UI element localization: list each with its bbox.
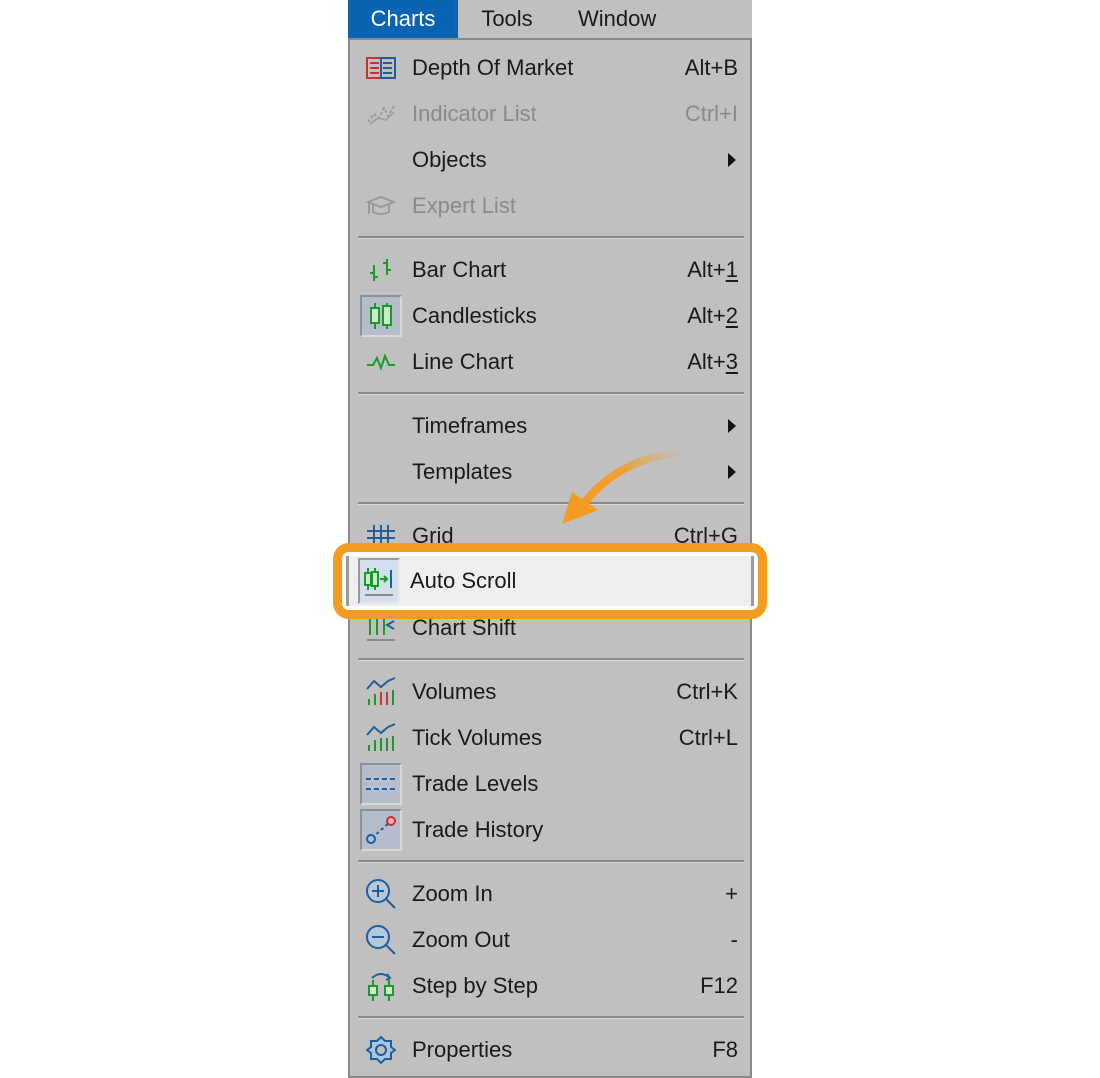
menu-item-label: Auto Scroll — [410, 568, 517, 593]
menu-item-label: Depth Of Market — [412, 55, 574, 80]
menu-item-label: Objects — [412, 147, 487, 172]
menu-item-shortcut: Alt+3 — [687, 349, 738, 374]
menu-item-depth-of-market[interactable]: Depth Of Market Alt+B — [358, 46, 744, 90]
bar-chart-icon — [360, 249, 402, 291]
menu-item-label: Trade History — [412, 817, 544, 842]
line-chart-icon — [360, 341, 402, 383]
menu-charts[interactable]: Charts — [348, 0, 458, 38]
menu-item-step-by-step[interactable]: Step by Step F12 — [358, 964, 744, 1008]
menu-item-label: Expert List — [412, 193, 516, 218]
menu-item-label: Bar Chart — [412, 257, 507, 282]
menu-item-bar-chart[interactable]: Bar Chart Alt+1 — [358, 248, 744, 292]
menu-separator — [358, 1016, 744, 1019]
menu-item-expert-list: Expert List — [358, 184, 744, 228]
menu-item-label: Properties — [412, 1037, 513, 1062]
menu-item-properties[interactable]: Properties F8 — [358, 1028, 744, 1072]
menu-item-shortcut: Alt+B — [684, 55, 738, 80]
menu-item-shortcut: Alt+2 — [687, 303, 738, 328]
tick-volumes-icon — [360, 717, 402, 759]
annotation-arrow-icon — [562, 448, 686, 524]
menu-item-trade-levels[interactable]: Trade Levels — [358, 762, 744, 806]
menu-item-label: Step by Step — [412, 973, 538, 998]
submenu-arrow-icon — [728, 153, 736, 167]
depth-of-market-icon — [360, 47, 402, 89]
zoom-out-icon — [360, 919, 402, 961]
menu-bar: Charts Tools Window — [348, 0, 752, 38]
menu-item-volumes[interactable]: Volumes Ctrl+K — [358, 670, 744, 714]
menu-separator — [358, 392, 744, 395]
menu-item-label: Tick Volumes — [412, 725, 543, 750]
menu-item-zoom-out[interactable]: Zoom Out - — [358, 918, 744, 962]
menu-separator — [358, 860, 744, 863]
candlesticks-icon — [360, 295, 402, 337]
volumes-icon — [360, 671, 402, 713]
menu-item-label: Volumes — [412, 679, 497, 704]
trade-levels-icon — [360, 763, 402, 805]
zoom-in-icon — [360, 873, 402, 915]
menu-item-label: Trade Levels — [412, 771, 539, 796]
menu-item-label: Candlesticks — [412, 303, 537, 328]
menu-item-shortcut: Ctrl+K — [676, 679, 738, 704]
menu-item-tick-volumes[interactable]: Tick Volumes Ctrl+L — [358, 716, 744, 760]
menu-item-shortcut: F8 — [712, 1037, 738, 1062]
menu-item-line-chart[interactable]: Line Chart Alt+3 — [358, 340, 744, 384]
auto-scroll-icon — [358, 558, 400, 604]
step-by-step-icon — [360, 965, 402, 1007]
menu-item-trade-history[interactable]: Trade History — [358, 808, 744, 852]
properties-icon — [360, 1029, 402, 1071]
menu-item-shortcut: Alt+1 — [687, 257, 738, 282]
menu-item-zoom-in[interactable]: Zoom In + — [358, 872, 744, 916]
menu-separator — [358, 658, 744, 661]
menu-tools[interactable]: Tools — [458, 0, 556, 38]
menu-item-shortcut: F12 — [700, 973, 738, 998]
menu-item-auto-scroll[interactable]: Auto Scroll — [346, 556, 754, 606]
menu-item-label: Zoom In — [412, 881, 493, 906]
menu-item-shortcut: - — [730, 927, 738, 952]
menu-item-label: Zoom Out — [412, 927, 510, 952]
menu-window[interactable]: Window — [556, 0, 676, 38]
menu-item-shortcut: Ctrl+I — [684, 101, 738, 126]
menu-item-shortcut: + — [725, 881, 738, 906]
trade-history-icon — [360, 809, 402, 851]
menu-item-shortcut: Ctrl+L — [678, 725, 738, 750]
menu-item-indicator-list: Indicator List Ctrl+I — [358, 92, 744, 136]
menu-item-objects[interactable]: Objects — [358, 138, 744, 182]
submenu-arrow-icon — [728, 465, 736, 479]
menu-item-label: Timeframes — [412, 413, 528, 438]
submenu-arrow-icon — [728, 419, 736, 433]
indicator-list-icon — [360, 93, 402, 135]
menu-item-label: Indicator List — [412, 101, 537, 126]
menu-item-label: Line Chart — [412, 349, 514, 374]
menu-item-candlesticks[interactable]: Candlesticks Alt+2 — [358, 294, 744, 338]
menu-separator — [358, 236, 744, 239]
expert-list-icon — [360, 185, 402, 227]
